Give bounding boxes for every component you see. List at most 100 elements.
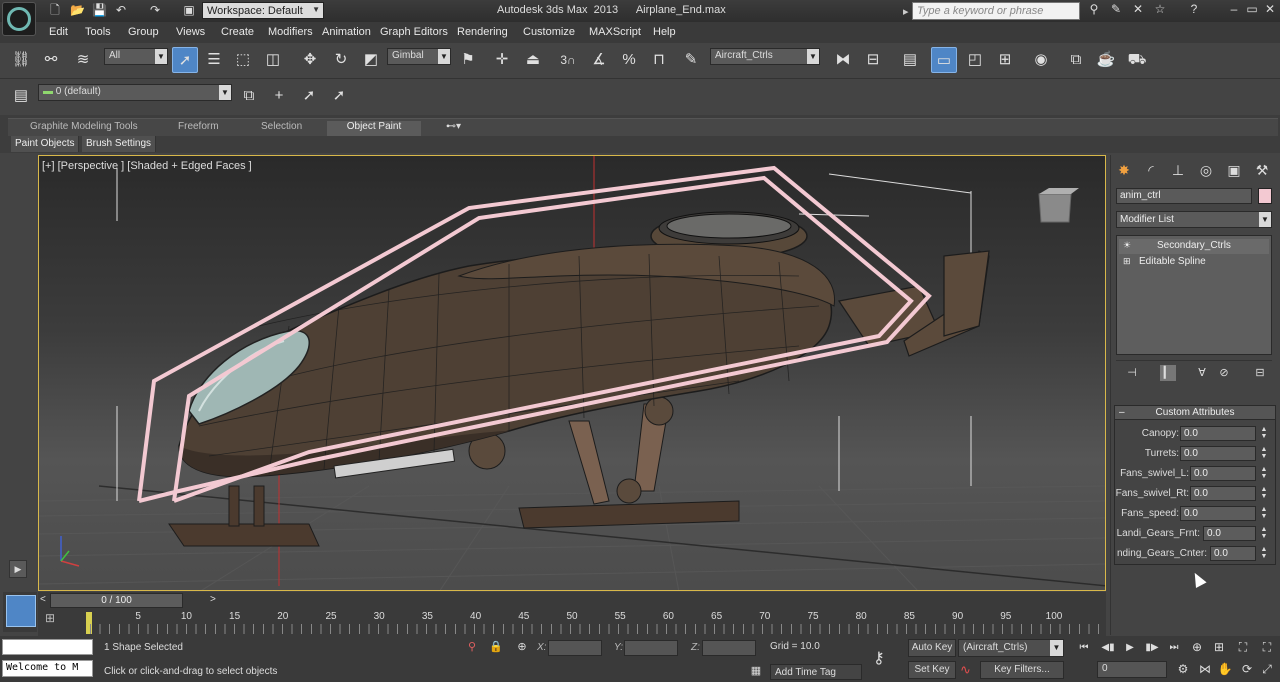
display-tab-icon[interactable]: ▣ [1223,159,1245,181]
object-color-swatch[interactable] [1258,188,1272,204]
panel-paint-objects[interactable]: Paint Objects [11,136,80,152]
set-key-mode-icon[interactable]: ⚷ [873,648,885,668]
play-icon[interactable]: ▶ [1120,640,1140,656]
zoom-icon[interactable]: ⊕ [1188,638,1206,656]
create-tab-icon[interactable]: ✸ [1113,159,1135,181]
rectangular-selection-icon[interactable]: ⬚ [230,47,256,73]
spinner-arrows-icon[interactable]: ▲ ▼ [1259,526,1269,541]
move-icon[interactable]: ✥ [297,47,323,73]
auto-key-button[interactable]: Auto Key [908,639,956,657]
stack-item-editable-spline[interactable]: ⊞ Editable Spline [1119,255,1269,270]
open-mini-curve-editor-icon[interactable]: ⊞ [45,611,69,633]
modifier-list-dropdown[interactable]: Modifier List ▼ [1116,211,1272,228]
z-coordinate-field[interactable] [702,640,756,656]
perspective-viewport[interactable]: [+] [Perspective ] [Shaded + Edged Faces… [38,155,1106,591]
bind-space-warp-icon[interactable]: ≋ [70,47,96,73]
maxscript-input[interactable] [2,639,93,655]
select-manipulate-icon[interactable]: ✛ [489,47,515,73]
expand-plus-icon[interactable]: ⊞ [1123,257,1132,266]
panel-brush-settings[interactable]: Brush Settings [82,136,157,152]
save-icon[interactable]: 💾 [92,3,107,17]
selection-filter-dropdown[interactable]: All ▼ [104,48,168,65]
go-to-end-icon[interactable]: ⏭ [1164,640,1184,656]
add-to-layer-icon[interactable]: + [266,83,292,109]
menu-rendering[interactable]: Rendering [457,26,508,38]
x-coordinate-field[interactable] [548,640,602,656]
layer-dropdown[interactable]: ▬ 0 (default) ▼ [38,84,232,101]
viewport-label[interactable]: [+] [Perspective ] [Shaded + Edged Faces… [42,160,252,172]
named-selection-dropdown[interactable]: Aircraft_Ctrls ▼ [710,48,820,65]
maxscript-output[interactable]: Welcome to M [2,660,93,677]
time-slider-thumb[interactable]: 0 / 100 [50,593,183,608]
menu-help[interactable]: Help [653,26,676,38]
lightbulb-icon[interactable]: ☀ [1123,241,1132,250]
new-file-icon[interactable]: 🗋 [48,3,62,17]
make-unique-icon[interactable]: ∀ [1194,365,1210,381]
angle-snap-icon[interactable]: ∡ [586,47,612,73]
search-input[interactable]: Type a keyword or phrase [903,2,1080,20]
next-frame-icon[interactable]: ▮▶ [1142,640,1162,656]
tab-graphite-modeling-tools[interactable]: Graphite Modeling Tools [24,121,144,136]
minimize-icon[interactable]: ‒ [1226,2,1242,18]
fans-swivel-l-spinner[interactable]: 0.0 [1190,466,1256,481]
render-production-icon[interactable]: ⛟ [1124,47,1150,73]
snaps-toggle-icon[interactable]: 3∩ [555,47,581,73]
landing-gears-front-spinner[interactable]: 0.0 [1203,526,1256,541]
zoom-extents-icon[interactable]: ⛶ [1234,638,1252,656]
viewport-layout-icon[interactable] [3,592,37,632]
set-key-button[interactable]: Set Key [908,661,956,679]
landing-gears-center-spinner[interactable]: 0.0 [1210,546,1256,561]
unlink-icon[interactable]: ⚯ [38,47,64,73]
spinner-arrows-icon[interactable]: ▲ ▼ [1259,426,1269,441]
time-slider[interactable]: < 0 / 100 > [38,592,1106,609]
help-icon[interactable]: ? [1186,2,1202,18]
selection-set-dropdown[interactable]: (Aircraft_Ctrls) ▼ [958,639,1064,657]
edit-named-selection-icon[interactable]: ✎ [678,47,704,73]
spinner-snap-icon[interactable]: ⊓ [646,47,672,73]
maxscript-listener[interactable]: Welcome to M [0,636,96,682]
communication-center-icon[interactable]: ✎ [1108,2,1124,18]
tab-selection[interactable]: Selection [255,121,308,136]
curve-editor-icon[interactable]: ◰ [962,47,988,73]
menu-customize[interactable]: Customize [523,26,575,38]
keyboard-shortcut-override-icon[interactable]: ⏏ [520,47,546,73]
tab-object-paint[interactable]: Object Paint [327,121,421,136]
absolute-mode-icon[interactable]: ⊕ [514,640,530,656]
configure-modifier-sets-icon[interactable]: ⊟ [1252,365,1268,381]
graphite-toggle-icon[interactable]: ▭ [931,47,957,73]
pivot-center-icon[interactable]: ⚑ [455,47,481,73]
utilities-tab-icon[interactable]: ⚒ [1251,159,1273,181]
binoculars-icon[interactable]: ⚲ [1086,2,1102,18]
y-coordinate-field[interactable] [624,640,678,656]
reference-coordinate-dropdown[interactable]: Gimbal ▼ [387,48,451,65]
turrets-spinner[interactable]: 0.0 [1180,446,1256,461]
remove-modifier-icon[interactable]: ⊘ [1216,365,1232,381]
hierarchy-tab-icon[interactable]: ⊥ [1167,159,1189,181]
ribbon-options-icon[interactable]: ⊷▾ [440,121,467,136]
redo-icon[interactable]: ↷ [148,3,162,17]
undo-icon[interactable]: ↶ [114,3,128,17]
stack-item-secondary-ctrls[interactable]: ☀ Secondary_Ctrls [1119,239,1269,254]
add-time-tag-button[interactable]: Add Time Tag [770,664,862,680]
create-new-layer-icon[interactable]: ⧉ [236,83,262,109]
zoom-extents-all-icon[interactable]: ⛶ [1258,638,1276,656]
slider-next-icon[interactable]: > [210,594,222,607]
set-current-layer-icon[interactable]: ➚ [326,83,352,109]
default-tangent-icon[interactable]: ∿ [960,662,971,678]
go-to-start-icon[interactable]: ⏮ [1074,640,1094,656]
menu-maxscript[interactable]: MAXScript [589,26,641,38]
spinner-arrows-icon[interactable]: ▲ ▼ [1259,466,1269,481]
field-of-view-icon[interactable]: ⋈ [1196,660,1214,678]
modify-tab-icon[interactable]: ◜ [1140,159,1162,181]
spinner-arrows-icon[interactable]: ▲ ▼ [1259,546,1269,561]
window-crossing-icon[interactable]: ◫ [260,47,286,73]
menu-tools[interactable]: Tools [85,26,111,38]
mirror-icon[interactable]: ⧓ [830,47,856,73]
key-filters-button[interactable]: Key Filters... [980,661,1064,679]
favorites-icon[interactable]: ☆ [1152,2,1168,18]
track-bar[interactable]: 5 10 15 20 25 30 35 40 45 50 55 60 65 70 75 80 85 90 95 100 [38,609,1106,636]
custom-attributes-rollout[interactable]: – Custom Attributes [1114,405,1276,420]
layer-manager-icon[interactable]: ▤ [897,47,923,73]
menu-edit[interactable]: Edit [49,26,68,38]
maximize-viewport-icon[interactable]: ⤢ [1258,660,1276,678]
